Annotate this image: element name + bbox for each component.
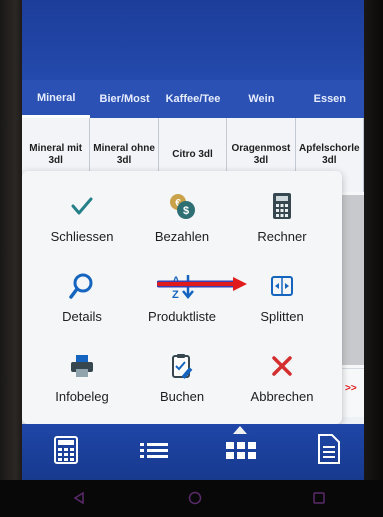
menu-item-label: Splitten [260, 309, 304, 324]
tab-bier-most[interactable]: Bier/Most [90, 80, 158, 118]
app-screen: Mineral Bier/Most Kaffee/Tee Wein Essen … [22, 0, 364, 480]
app-header [22, 0, 364, 80]
menu-item-label: Details [62, 309, 102, 324]
menu-item-abbrechen[interactable]: Abbrechen [232, 337, 332, 417]
home-icon[interactable] [188, 491, 202, 505]
menu-item-label: Schliessen [50, 229, 114, 244]
menu-item-label: Bezahlen [154, 229, 210, 244]
nav-grid-menu[interactable] [226, 442, 256, 465]
menu-item-label: Infobeleg [55, 389, 109, 404]
list-icon [140, 443, 168, 458]
calculator-icon [54, 436, 78, 464]
coins-icon: € $ [170, 194, 195, 219]
printer-icon [71, 355, 93, 377]
checkmark-icon [71, 197, 93, 215]
split-icon [271, 276, 293, 296]
device-bezel-right [361, 0, 383, 517]
calculator-icon [273, 193, 291, 219]
more-indicator[interactable]: >> [345, 383, 357, 394]
menu-item-details[interactable]: Details [32, 257, 132, 337]
nav-calculator[interactable] [54, 436, 78, 469]
recents-icon[interactable] [312, 491, 326, 505]
menu-item-label: Rechner [257, 229, 307, 244]
menu-item-label: Produktliste [148, 309, 216, 324]
menu-item-splitten[interactable]: Splitten [232, 257, 332, 337]
tab-essen[interactable]: Essen [296, 80, 364, 118]
action-menu: Schliessen € $ Bezahlen Rechner Details … [22, 171, 342, 424]
bottom-nav [22, 424, 364, 480]
menu-item-label: Abbrechen [250, 389, 314, 404]
svg-text:$: $ [183, 205, 189, 217]
tab-wein[interactable]: Wein [227, 80, 295, 118]
tab-mineral[interactable]: Mineral [22, 80, 91, 118]
annotation-arrow [157, 277, 247, 291]
menu-item-rechner[interactable]: Rechner [232, 177, 332, 257]
cancel-x-icon [272, 356, 292, 376]
menu-item-label: Buchen [159, 389, 205, 404]
menu-item-infobeleg[interactable]: Infobeleg [32, 337, 132, 417]
nav-document[interactable] [318, 434, 340, 469]
grid-menu-icon [226, 442, 256, 459]
magnifier-icon [69, 273, 93, 299]
menu-item-schliessen[interactable]: Schliessen [32, 177, 132, 257]
document-icon [318, 434, 340, 464]
menu-item-buchen[interactable]: Buchen [132, 337, 232, 417]
menu-item-bezahlen[interactable]: € $ Bezahlen [132, 177, 232, 257]
menu-item-produktliste[interactable]: A Z Produktliste [132, 257, 232, 337]
clipboard-edit-icon [172, 354, 193, 379]
back-icon[interactable] [72, 491, 86, 505]
tab-kaffee-tee[interactable]: Kaffee/Tee [159, 80, 227, 118]
nav-list[interactable] [140, 442, 168, 465]
category-tabs: Mineral Bier/Most Kaffee/Tee Wein Essen [22, 80, 364, 118]
